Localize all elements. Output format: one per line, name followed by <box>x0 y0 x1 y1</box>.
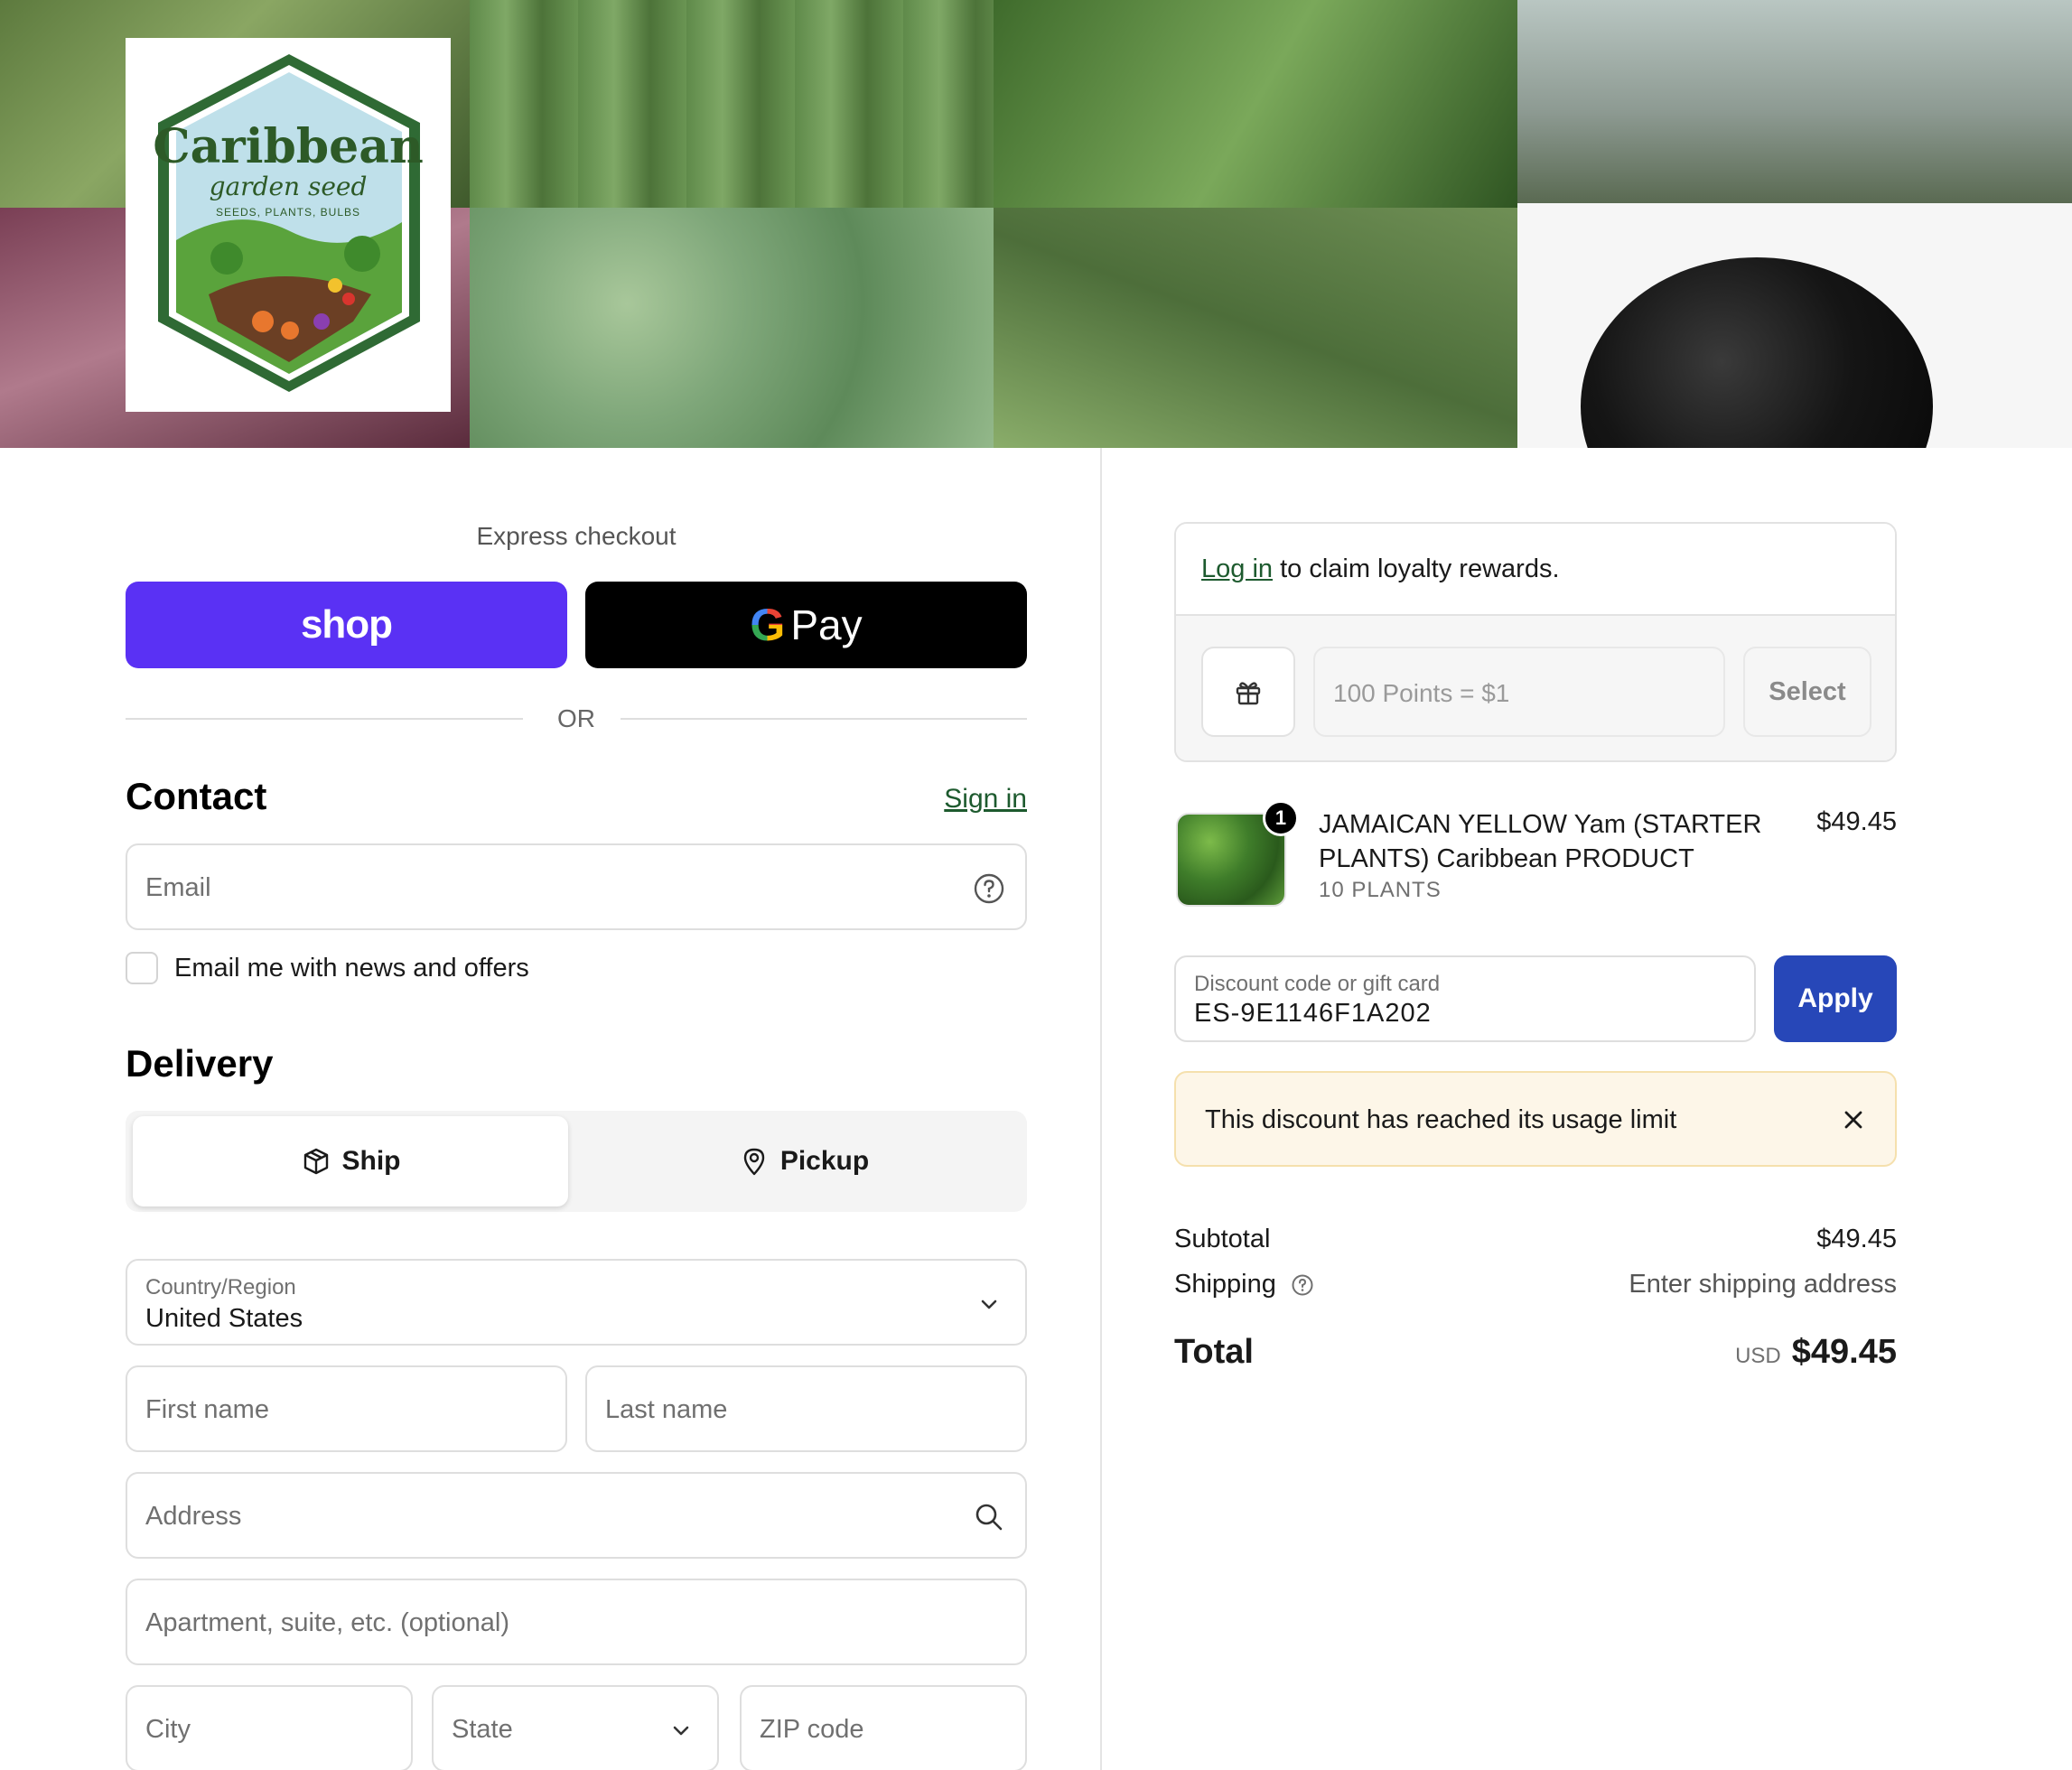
loyalty-message: Log in to claim loyalty rewards. <box>1201 554 1560 584</box>
loyalty-redeem-row: 100 Points = $1 Select <box>1176 616 1895 760</box>
loyalty-header: Log in to claim loyalty rewards. <box>1176 524 1895 616</box>
logo-tagline: SEEDS, PLANTS, BULBS <box>215 206 361 219</box>
apply-discount-button[interactable]: Apply <box>1774 955 1897 1042</box>
newsletter-option[interactable]: Email me with news and offers <box>126 950 529 986</box>
contact-title: Contact <box>126 775 267 817</box>
product-price: $49.45 <box>1816 807 1897 836</box>
ship-option-label: Ship <box>341 1146 401 1176</box>
cart-line-item: 1 JAMAICAN YELLOW Yam (STARTER PLANTS) C… <box>1174 800 1897 914</box>
banner-image-beans <box>994 208 1517 448</box>
shop-pay-label: shop <box>300 602 393 647</box>
discount-label: Discount code or gift card <box>1194 972 1441 996</box>
city-field[interactable]: City <box>126 1685 413 1770</box>
newsletter-label: Email me with news and offers <box>174 953 529 983</box>
currency-code: USD <box>1735 1344 1781 1368</box>
sign-in-link[interactable]: Sign in <box>944 784 1027 815</box>
email-placeholder: Email <box>145 873 211 902</box>
chevron-down-icon <box>673 1726 689 1736</box>
shipping-label-group: Shipping <box>1174 1270 1314 1300</box>
email-field[interactable]: Email <box>126 843 1027 930</box>
country-select[interactable]: Country/Region United States <box>126 1259 1027 1346</box>
logo-subtitle: garden seed <box>209 172 368 201</box>
newsletter-checkbox[interactable] <box>126 952 158 984</box>
pickup-option[interactable]: Pickup <box>586 1116 1022 1206</box>
shipping-row: Shipping Enter shipping address <box>1174 1270 1897 1306</box>
product-name: JAMAICAN YELLOW Yam (STARTER PLANTS) Car… <box>1319 810 1762 873</box>
city-placeholder: City <box>145 1715 191 1744</box>
zip-placeholder: ZIP code <box>760 1715 864 1744</box>
chevron-down-icon <box>981 1300 997 1309</box>
state-select[interactable]: State <box>432 1685 719 1770</box>
banner-image-leaves <box>994 0 1517 208</box>
discount-value: ES-9E1146F1A202 <box>1194 999 1432 1028</box>
logo-title: Caribbean <box>153 119 424 174</box>
zip-field[interactable]: ZIP code <box>740 1685 1027 1770</box>
banner-image-squash <box>470 208 994 448</box>
discount-error-message: This discount has reached its usage limi… <box>1205 1105 1677 1134</box>
ship-option[interactable]: Ship <box>133 1116 568 1206</box>
address-placeholder: Address <box>145 1502 242 1531</box>
quantity-badge: 1 <box>1263 800 1299 836</box>
apartment-field[interactable]: Apartment, suite, etc. (optional) <box>126 1579 1027 1665</box>
banner-image-cucumbers <box>470 0 994 208</box>
subtotal-row: Subtotal $49.45 <box>1174 1225 1897 1261</box>
logo-hexagon-badge <box>158 54 420 392</box>
location-pin-icon <box>743 1148 765 1176</box>
state-placeholder: State <box>452 1715 513 1744</box>
or-separator: OR <box>126 704 1027 732</box>
header-banner: Caribbean garden seed SEEDS, PLANTS, BUL… <box>0 0 2072 448</box>
total-value: $49.45 <box>1791 1333 1897 1371</box>
loyalty-rewards-card: Log in to claim loyalty rewards. 100 Poi… <box>1174 522 1897 762</box>
country-label: Country/Region <box>145 1275 296 1300</box>
product-variant: 10 PLANTS <box>1319 878 1442 902</box>
first-name-placeholder: First name <box>145 1395 269 1424</box>
last-name-placeholder: Last name <box>605 1395 728 1424</box>
apartment-placeholder: Apartment, suite, etc. (optional) <box>145 1608 509 1637</box>
banner-image-melons <box>1517 0 2072 203</box>
log-in-link[interactable]: Log in <box>1201 554 1273 583</box>
column-divider <box>1100 448 1102 1770</box>
total-row: Total USD $49.45 <box>1174 1333 1897 1387</box>
loyalty-message-text: to claim loyalty rewards. <box>1273 554 1560 583</box>
discount-error-banner: This discount has reached its usage limi… <box>1174 1071 1897 1167</box>
search-icon <box>975 1504 1003 1531</box>
address-field[interactable]: Address <box>126 1472 1027 1559</box>
gift-button[interactable] <box>1201 647 1295 737</box>
select-points-button[interactable]: Select <box>1743 647 1871 737</box>
first-name-field[interactable]: First name <box>126 1365 567 1452</box>
subtotal-value: $49.45 <box>1816 1225 1897 1253</box>
delivery-title: Delivery <box>126 1042 274 1085</box>
help-circle-icon[interactable] <box>1291 1273 1314 1297</box>
total-label: Total <box>1174 1333 1254 1371</box>
delivery-method-toggle: Ship Pickup <box>126 1111 1027 1212</box>
google-g-icon: G <box>750 600 786 650</box>
pickup-option-label: Pickup <box>779 1146 870 1176</box>
points-select-field[interactable]: 100 Points = $1 <box>1313 647 1725 737</box>
store-logo[interactable]: Caribbean garden seed SEEDS, PLANTS, BUL… <box>126 38 451 412</box>
google-pay-button[interactable]: G Pay <box>585 582 1027 668</box>
shop-pay-button[interactable]: shop <box>126 582 567 668</box>
discount-code-field[interactable]: Discount code or gift card ES-9E1146F1A2… <box>1174 955 1756 1042</box>
subtotal-label: Subtotal <box>1174 1225 1271 1253</box>
shipping-value: Enter shipping address <box>1629 1270 1897 1299</box>
total-amount-group: USD $49.45 <box>1735 1333 1897 1372</box>
or-label: OR <box>557 704 595 732</box>
help-circle-icon[interactable] <box>973 872 1005 905</box>
last-name-field[interactable]: Last name <box>585 1365 1027 1452</box>
country-value: United States <box>145 1304 303 1333</box>
close-icon[interactable] <box>1835 1102 1871 1138</box>
points-placeholder: 100 Points = $1 <box>1333 679 1510 707</box>
google-pay-label: Pay <box>790 601 863 648</box>
box-icon <box>303 1148 328 1175</box>
express-checkout-title: Express checkout <box>476 522 677 550</box>
shipping-label: Shipping <box>1174 1270 1276 1299</box>
gift-icon <box>1236 682 1261 705</box>
